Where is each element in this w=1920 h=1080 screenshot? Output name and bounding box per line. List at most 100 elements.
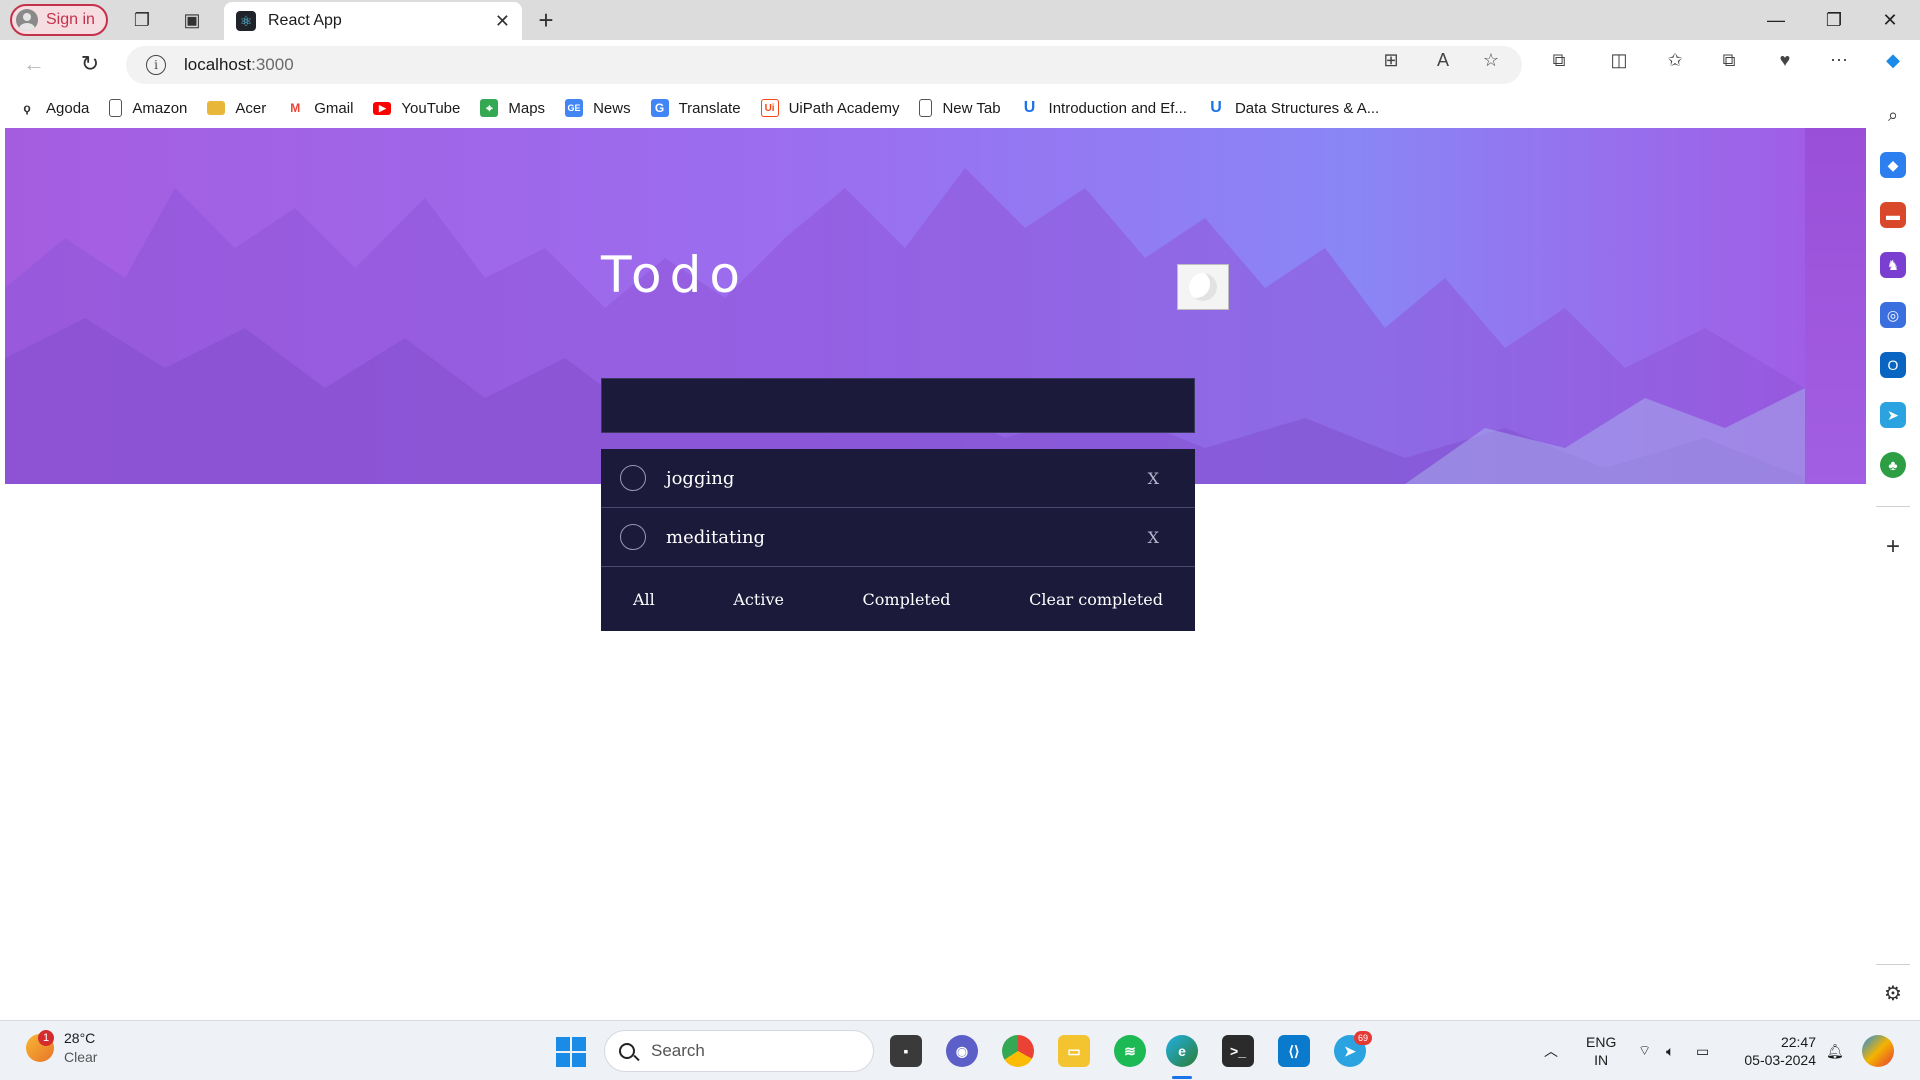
bookmark-new-tab[interactable]: New Tab xyxy=(919,99,1001,117)
todo-checkbox[interactable] xyxy=(620,524,646,550)
refresh-button[interactable]: ↻ xyxy=(76,50,104,78)
clock-date: 05-03-2024 xyxy=(1744,1052,1816,1068)
folder-icon xyxy=(207,101,226,115)
navigation-bar: ← ↻ i localhost:3000 ⊞ A ☆ ⧉ ◫ ✩ ⧉ ♥ ⋯ ◆ xyxy=(0,40,1920,88)
language-indicator[interactable]: ENG IN xyxy=(1586,1033,1616,1069)
wifi-icon[interactable]: ⌔ xyxy=(1638,1021,1651,1080)
bookmark-uipath[interactable]: Ui UiPath Academy xyxy=(760,99,899,117)
bookmark-translate[interactable]: G Translate xyxy=(650,99,741,117)
start-button-windows-icon[interactable] xyxy=(556,1037,586,1067)
agoda-icon: ϙ xyxy=(23,101,31,115)
filter-all-button[interactable]: All xyxy=(633,590,655,609)
translate-icon: G xyxy=(650,99,669,117)
edge-sidebar: ⌕ ◆ ▬ ♞ ◎ O ➤ ♣ + ⚙ xyxy=(1866,88,1920,1020)
search-icon[interactable]: ⌕ xyxy=(1880,102,1906,128)
spotify-icon[interactable]: ≋ xyxy=(1114,1035,1146,1067)
outlook-icon[interactable]: O xyxy=(1880,352,1906,378)
back-button[interactable]: ← xyxy=(20,50,48,78)
close-window-button[interactable]: ✕ xyxy=(1862,0,1918,40)
file-explorer-icon[interactable]: ▭ xyxy=(1058,1035,1090,1067)
clear-completed-button[interactable]: Clear completed xyxy=(1029,590,1163,609)
read-aloud-icon[interactable]: A xyxy=(1432,49,1454,71)
teams-meet-icon[interactable]: ◉ xyxy=(946,1035,978,1067)
filter-active-button[interactable]: Active xyxy=(733,590,784,609)
battery-icon[interactable]: ▭ xyxy=(1696,1021,1709,1080)
bookmark-news[interactable]: GE News xyxy=(565,99,631,117)
tools-briefcase-icon[interactable]: ▬ xyxy=(1880,202,1906,228)
bookmark-data-structures[interactable]: U Data Structures & A... xyxy=(1207,99,1379,117)
new-todo-input[interactable] xyxy=(601,378,1195,433)
tree-icon[interactable]: ♣ xyxy=(1880,452,1906,478)
chrome-icon[interactable] xyxy=(1002,1035,1034,1067)
search-icon xyxy=(619,1043,635,1059)
address-bar[interactable]: i localhost:3000 xyxy=(126,46,1522,84)
udemy-icon: U xyxy=(1023,99,1036,116)
volume-icon[interactable]: 🔈︎ xyxy=(1666,1021,1674,1080)
bookmark-introduction[interactable]: U Introduction and Ef... xyxy=(1021,99,1187,117)
vscode-icon[interactable]: ⟨⟩ xyxy=(1278,1035,1310,1067)
bookmark-agoda[interactable]: ϙ Agoda xyxy=(18,99,89,117)
split-screen-icon[interactable]: ◫ xyxy=(1608,49,1630,71)
moon-icon xyxy=(1189,273,1217,301)
app-available-icon[interactable]: ⊞ xyxy=(1380,49,1402,71)
todo-text[interactable]: meditating xyxy=(666,527,765,548)
add-sidebar-app-icon[interactable]: + xyxy=(1880,533,1906,560)
gmail-icon: M xyxy=(290,101,301,115)
collections-icon[interactable]: ⧉ xyxy=(1718,49,1740,71)
minimize-button[interactable]: — xyxy=(1748,0,1804,40)
weather-temperature: 28°C xyxy=(64,1030,96,1046)
bookmark-youtube[interactable]: ▶ YouTube xyxy=(373,100,460,117)
telegram-badge: 69 xyxy=(1354,1031,1372,1045)
restore-button[interactable]: ❐ xyxy=(1806,0,1862,40)
more-menu-icon[interactable]: ⋯ xyxy=(1828,49,1850,71)
youtube-icon: ▶ xyxy=(373,101,392,115)
copilot-taskbar-icon[interactable] xyxy=(1862,1035,1894,1067)
close-tab-icon[interactable]: ✕ xyxy=(495,11,510,32)
sign-in-button[interactable]: Sign in xyxy=(10,4,108,36)
bookmark-acer[interactable]: Acer xyxy=(207,100,266,117)
favorite-star-icon[interactable]: ☆ xyxy=(1480,49,1502,71)
system-clock[interactable]: 22:47 05-03-2024 xyxy=(1738,1033,1816,1069)
games-icon[interactable]: ♞ xyxy=(1880,252,1906,278)
todo-checkbox[interactable] xyxy=(620,465,646,491)
tab-title: React App xyxy=(268,12,342,29)
udemy-icon: U xyxy=(1210,99,1222,116)
tab-react-app[interactable]: ⚛ React App ✕ xyxy=(224,2,522,40)
sign-in-label: Sign in xyxy=(46,11,95,28)
edge-icon[interactable]: e xyxy=(1166,1035,1198,1067)
tab-strip: Sign in ❐ ▣ ⚛ React App ✕ + — ❐ ✕ xyxy=(0,0,1920,40)
todo-item: jogging X xyxy=(601,449,1195,508)
workspaces-icon[interactable]: ❐ xyxy=(130,8,154,32)
site-info-icon[interactable]: i xyxy=(146,55,166,75)
bookmark-maps[interactable]: ⌖ Maps xyxy=(480,99,545,117)
shopping-tag-icon[interactable]: ◆ xyxy=(1880,152,1906,178)
delete-todo-button[interactable]: X xyxy=(1148,469,1159,488)
todo-text[interactable]: jogging xyxy=(666,468,734,489)
show-hidden-icons-icon[interactable]: ︿ xyxy=(1544,1021,1558,1080)
settings-gear-icon[interactable]: ⚙ xyxy=(1880,980,1906,1006)
clock-time: 22:47 xyxy=(1780,1034,1816,1050)
notifications-bell-icon[interactable]: 🔔︎ xyxy=(1826,1021,1844,1080)
weather-badge: 1 xyxy=(38,1030,54,1046)
vertical-tabs-icon[interactable]: ▣ xyxy=(180,8,204,32)
taskbar-search-label: Search xyxy=(651,1041,705,1060)
microsoft-365-icon[interactable]: ◎ xyxy=(1880,302,1906,328)
terminal-icon[interactable]: >_ xyxy=(1222,1035,1254,1067)
weather-sun-icon: 1 xyxy=(26,1030,54,1062)
drop-icon[interactable]: ➤ xyxy=(1880,402,1906,428)
filter-completed-button[interactable]: Completed xyxy=(863,590,951,609)
bookmark-gmail[interactable]: M Gmail xyxy=(286,99,353,117)
bookmark-amazon[interactable]: Amazon xyxy=(109,99,187,117)
delete-todo-button[interactable]: X xyxy=(1148,528,1159,547)
page-viewport: Todo jogging X meditating X All Active C… xyxy=(5,128,1866,1016)
favorites-icon[interactable]: ✩ xyxy=(1664,49,1686,71)
taskbar-search[interactable]: Search xyxy=(604,1030,874,1072)
theme-toggle-button[interactable] xyxy=(1177,264,1229,310)
new-tab-button[interactable]: + xyxy=(532,5,560,35)
task-view-icon[interactable]: ▪ xyxy=(890,1035,922,1067)
browser-essentials-icon[interactable]: ♥ xyxy=(1774,49,1796,71)
weather-widget[interactable]: 1 28°C Clear xyxy=(26,1029,97,1067)
extensions-icon[interactable]: ⧉ xyxy=(1548,49,1570,71)
copilot-icon[interactable]: ◆ xyxy=(1882,49,1904,71)
page-icon xyxy=(109,99,123,117)
